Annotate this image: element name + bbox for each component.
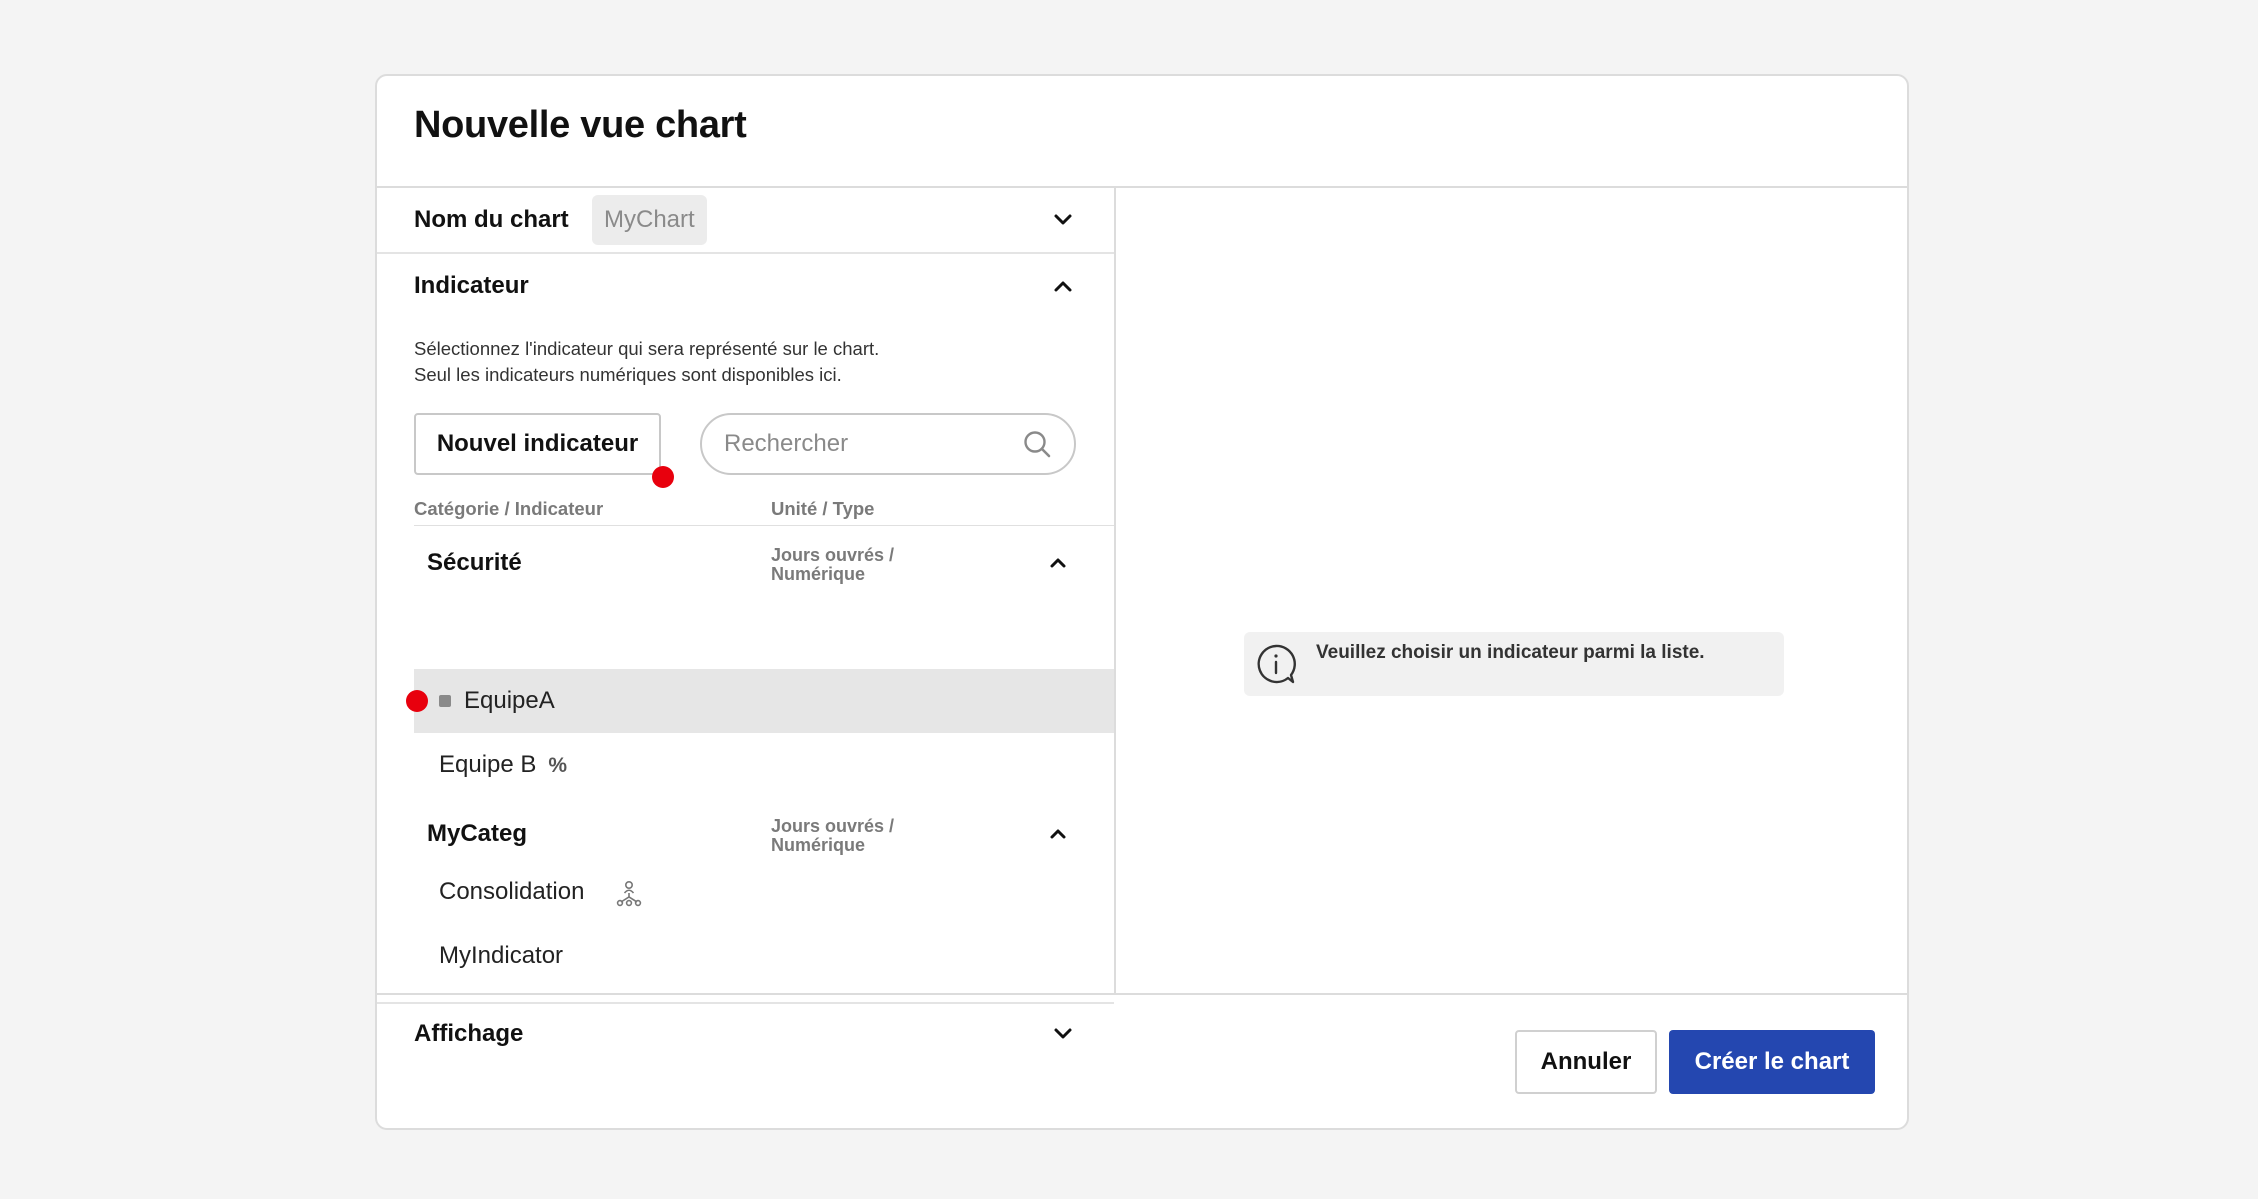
chevron-up-icon[interactable]	[1047, 270, 1079, 302]
display-label: Affichage	[414, 1020, 524, 1047]
indicator-label: Consolidation	[439, 878, 585, 905]
category-row-securite[interactable]: Sécurité Jours ouvrés / Numérique	[414, 528, 1114, 598]
chevron-up-icon[interactable]	[1043, 548, 1073, 578]
new-chart-dialog: Nouvelle vue chart Nom du chart MyChart …	[375, 74, 1909, 1130]
description-line: Seul les indicateurs numériques sont dis…	[414, 364, 842, 385]
indicator-item-equipe-b[interactable]: Equipe B%	[414, 733, 1114, 797]
chart-name-label: Nom du chart	[414, 206, 569, 233]
search-icon[interactable]	[1022, 429, 1052, 459]
column-header-category: Catégorie / Indicateur	[414, 498, 604, 519]
column-header-type: Unité / Type	[771, 498, 875, 519]
indicator-item-myindicator[interactable]: MyIndicator	[414, 924, 1114, 988]
indicator-item-consolidation[interactable]: Consolidation	[414, 860, 1114, 924]
chevron-down-icon[interactable]	[1047, 204, 1079, 236]
chevron-down-icon[interactable]	[1047, 1018, 1079, 1050]
footer-divider	[377, 993, 1907, 995]
indicator-item-equipea[interactable]: EquipeA	[414, 669, 1114, 733]
preview-panel: Veuillez choisir un indicateur parmi la …	[1116, 188, 1907, 994]
chart-name-section[interactable]: Nom du chart MyChart	[377, 188, 1114, 252]
indicator-label-wrap: Equipe B%	[439, 733, 567, 798]
selected-bullet-icon	[439, 695, 451, 707]
column-divider	[414, 525, 1114, 526]
create-chart-button[interactable]: Créer le chart	[1669, 1030, 1875, 1094]
chart-name-value[interactable]: MyChart	[592, 195, 707, 245]
search-input[interactable]	[724, 415, 1014, 473]
category-type-line: Numérique	[771, 564, 866, 584]
new-indicator-button[interactable]: Nouvel indicateur	[414, 413, 661, 475]
info-message: Veuillez choisir un indicateur parmi la …	[1316, 642, 1705, 663]
category-name: MyCateg	[427, 820, 528, 847]
indicator-description: Sélectionnez l'indicateur qui sera repré…	[414, 336, 879, 388]
category-type-line: Jours ouvrés /	[771, 816, 895, 836]
info-message-box: Veuillez choisir un indicateur parmi la …	[1244, 632, 1784, 696]
category-type-line: Jours ouvrés /	[771, 545, 895, 565]
indicator-label: Indicateur	[414, 272, 529, 299]
category-type: Jours ouvrés / Numérique	[771, 817, 931, 855]
hierarchy-icon	[614, 878, 644, 908]
indicator-label: MyIndicator	[439, 942, 564, 969]
chevron-up-icon[interactable]	[1043, 819, 1073, 849]
category-type: Jours ouvrés / Numérique	[771, 546, 931, 584]
display-section-header[interactable]: Affichage	[377, 1002, 1114, 1066]
cancel-button[interactable]: Annuler	[1515, 1030, 1657, 1094]
indicator-section-header[interactable]: Indicateur	[377, 254, 1114, 318]
marker-dot	[406, 690, 428, 712]
dialog-title: Nouvelle vue chart	[414, 104, 747, 146]
category-type-line: Numérique	[771, 835, 866, 855]
search-box[interactable]	[700, 413, 1076, 475]
info-icon	[1254, 642, 1298, 686]
marker-dot	[652, 466, 674, 488]
category-name: Sécurité	[427, 549, 522, 576]
category-row-mycateg[interactable]: MyCateg Jours ouvrés / Numérique	[414, 799, 1114, 869]
indicator-label: Equipe B	[439, 751, 537, 778]
indicator-label: EquipeA	[464, 687, 555, 714]
config-panel: Nom du chart MyChart Indicateur Sélectio…	[377, 188, 1116, 1047]
percent-unit: %	[548, 754, 568, 777]
description-line: Sélectionnez l'indicateur qui sera repré…	[414, 338, 880, 359]
